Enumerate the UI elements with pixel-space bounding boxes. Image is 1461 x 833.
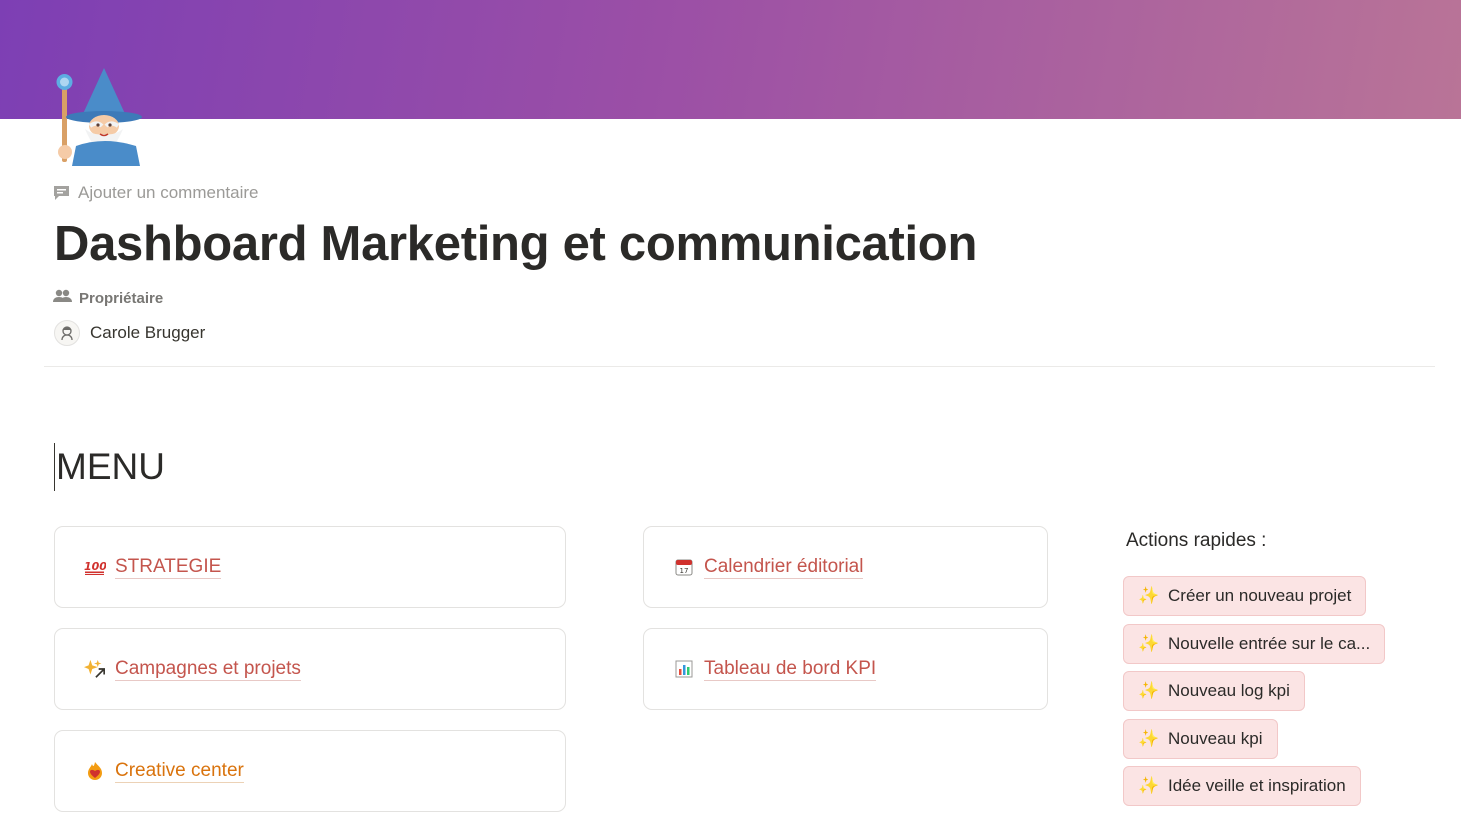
wizard-icon[interactable]	[52, 66, 148, 166]
link-calendrier-editorial[interactable]: Calendrier éditorial	[704, 556, 864, 579]
avatar	[54, 320, 80, 346]
quick-action-label: Nouvelle entrée sur le ca...	[1168, 634, 1371, 653]
sparkles-arrow-icon	[84, 658, 106, 680]
quick-action-label: Créer un nouveau projet	[1168, 586, 1352, 605]
quick-action-nouveau-log-kpi[interactable]: ✨ Nouveau log kpi	[1123, 671, 1305, 711]
hundred-points-icon: 100	[84, 556, 106, 578]
sparkles-icon: ✨	[1138, 681, 1160, 700]
divider	[44, 366, 1435, 367]
menu-card-kpi[interactable]: Tableau de bord KPI	[643, 628, 1048, 710]
sparkles-icon: ✨	[1138, 586, 1160, 605]
owner-label-text: Propriétaire	[79, 289, 164, 307]
quick-action-nouvelle-entree[interactable]: ✨ Nouvelle entrée sur le ca...	[1123, 624, 1386, 664]
owner-person[interactable]: Carole Brugger	[54, 320, 205, 346]
sparkles-icon: ✨	[1138, 634, 1160, 653]
menu-card-creative[interactable]: Creative center	[54, 730, 566, 812]
add-comment-label: Ajouter un commentaire	[78, 183, 259, 202]
svg-text:17: 17	[680, 567, 689, 575]
people-icon	[53, 289, 72, 307]
calendar-icon: 17	[673, 556, 695, 578]
menu-card-calendrier[interactable]: 17 Calendrier éditorial	[643, 526, 1048, 608]
quick-action-idee-veille[interactable]: ✨ Idée veille et inspiration	[1123, 766, 1361, 806]
link-campagnes-projets[interactable]: Campagnes et projets	[115, 658, 301, 681]
heart-on-fire-icon	[84, 760, 106, 782]
link-creative-center[interactable]: Creative center	[115, 760, 244, 783]
quick-action-label: Nouveau kpi	[1168, 729, 1263, 748]
quick-action-label: Nouveau log kpi	[1168, 681, 1290, 700]
quick-action-nouveau-projet[interactable]: ✨ Créer un nouveau projet	[1123, 576, 1367, 616]
add-comment-button[interactable]: Ajouter un commentaire	[53, 181, 258, 205]
page-title[interactable]: Dashboard Marketing et communication	[54, 216, 977, 272]
sparkles-icon: ✨	[1138, 729, 1160, 748]
comment-icon	[53, 185, 70, 201]
quick-actions-title: Actions rapides :	[1126, 530, 1267, 551]
owner-property-label[interactable]: Propriétaire	[53, 289, 163, 307]
menu-card-campagnes[interactable]: Campagnes et projets	[54, 628, 566, 710]
sparkles-icon: ✨	[1138, 776, 1160, 795]
svg-text:100: 100	[84, 560, 106, 573]
link-tableau-kpi[interactable]: Tableau de bord KPI	[704, 658, 877, 681]
menu-card-strategie[interactable]: 100 STRATEGIE	[54, 526, 566, 608]
quick-action-label: Idée veille et inspiration	[1168, 776, 1346, 795]
bar-chart-icon	[673, 658, 695, 680]
menu-heading[interactable]: MENU	[54, 443, 165, 491]
link-strategie[interactable]: STRATEGIE	[115, 556, 222, 579]
cover-banner[interactable]	[0, 0, 1461, 119]
owner-name: Carole Brugger	[90, 323, 206, 342]
quick-action-nouveau-kpi[interactable]: ✨ Nouveau kpi	[1123, 719, 1278, 759]
